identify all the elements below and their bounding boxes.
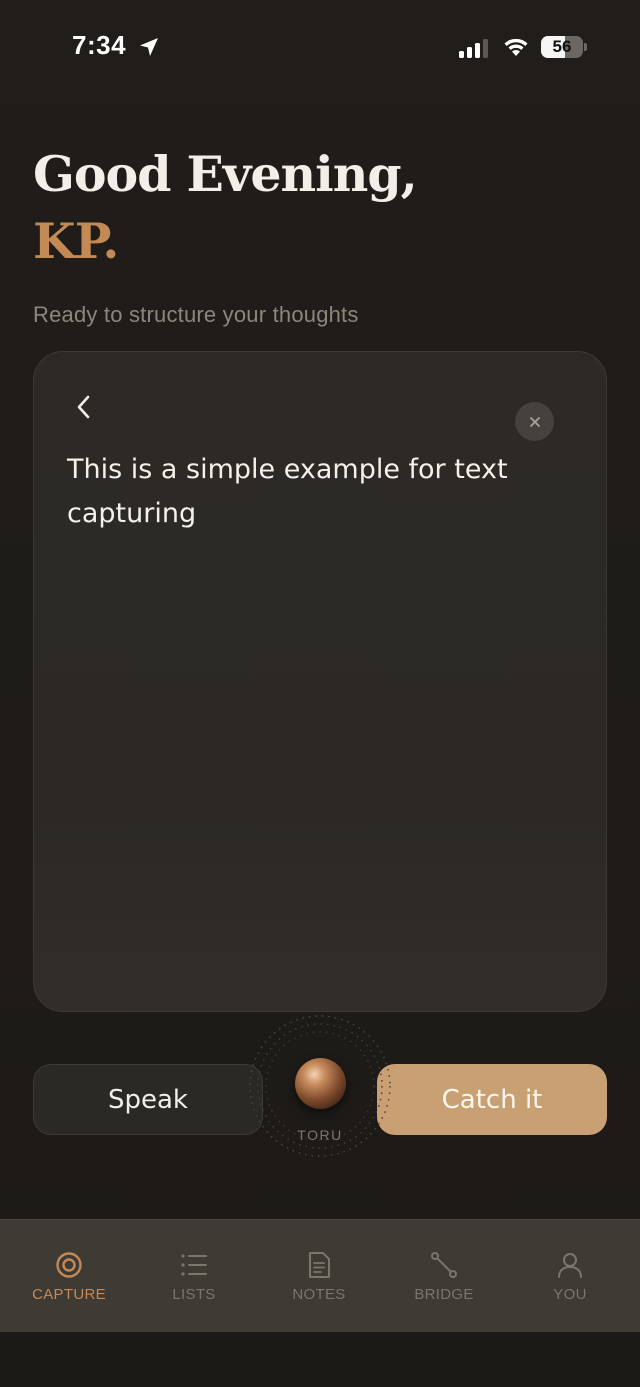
tab-label: NOTES — [292, 1286, 346, 1303]
tab-you[interactable]: YOU — [506, 1220, 634, 1333]
home-indicator-area — [0, 1332, 640, 1387]
tab-label: LISTS — [172, 1286, 216, 1303]
tab-label: BRIDGE — [414, 1286, 474, 1303]
tab-label: YOU — [553, 1286, 587, 1303]
greeting-subtitle: Ready to structure your thoughts — [33, 302, 359, 327]
cellular-signal-icon — [459, 39, 488, 58]
document-icon — [309, 1252, 330, 1278]
capture-text-input[interactable]: This is a simple example for text captur… — [67, 448, 567, 536]
tab-label: CAPTURE — [32, 1286, 106, 1303]
chevron-left-icon — [77, 395, 90, 419]
bridge-icon — [431, 1252, 457, 1278]
status-time: 7:34 — [72, 30, 127, 60]
catch-it-button[interactable]: Catch it — [377, 1064, 607, 1135]
back-button[interactable] — [70, 390, 98, 424]
list-icon — [181, 1254, 207, 1276]
toru-orb-button[interactable] — [295, 1058, 346, 1109]
greeting-title: Good Evening, — [33, 145, 418, 203]
tab-bar: CAPTURE LISTS NOTES BRIDGE YOU — [0, 1219, 640, 1332]
location-arrow-icon — [140, 38, 158, 56]
greeting-name: KP. — [33, 212, 119, 270]
tab-lists[interactable]: LISTS — [130, 1220, 258, 1333]
capture-card: This is a simple example for text captur… — [33, 351, 607, 1012]
tab-notes[interactable]: NOTES — [255, 1220, 383, 1333]
person-icon — [558, 1253, 582, 1278]
target-icon — [56, 1252, 82, 1278]
tab-bridge[interactable]: BRIDGE — [380, 1220, 508, 1333]
clear-text-button[interactable] — [515, 402, 554, 441]
toru-label: TORU — [297, 1127, 343, 1143]
battery-level: 56 — [552, 37, 572, 56]
tab-capture[interactable]: CAPTURE — [5, 1220, 133, 1333]
wifi-icon — [504, 38, 528, 56]
close-icon — [529, 416, 540, 427]
speak-button[interactable]: Speak — [33, 1064, 263, 1135]
status-bar: 7:34 56 — [0, 0, 640, 95]
battery-indicator: 56 — [541, 36, 587, 58]
